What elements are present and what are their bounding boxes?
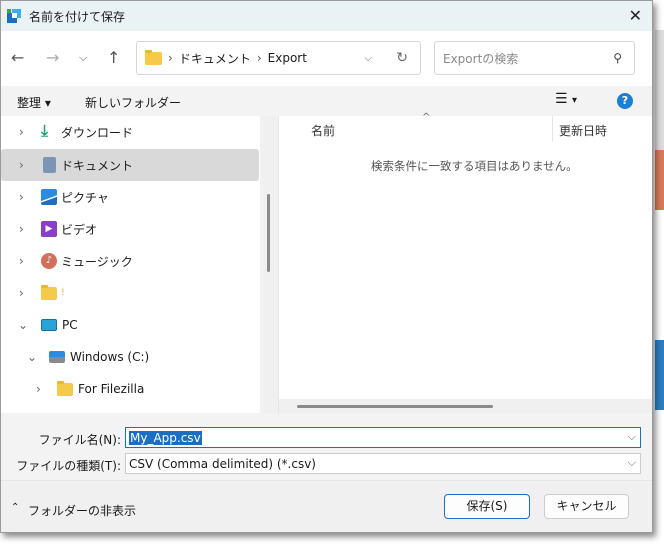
horizontal-scrollbar[interactable] [279,399,652,413]
address-row: ← → ⌵ ↑ › ドキュメント › Export ⌵ ↻ Exportの検索 … [1,31,652,86]
new-folder-button[interactable]: 新しいフォルダー [85,94,181,111]
nav-label: ミュージック [61,254,133,269]
save-as-dialog: 名前を付けて保存 ✕ ← → ⌵ ↑ › ドキュメント › Export ⌵ ↻… [0,0,653,533]
chevron-down-icon[interactable]: ⌵ [628,456,636,470]
download-icon: ⤓ [41,121,49,140]
folder-icon [145,49,162,65]
save-button[interactable]: 保存(S) [444,494,530,519]
refresh-icon[interactable]: ↻ [396,50,408,66]
breadcrumb-documents[interactable]: ドキュメント [179,50,251,67]
view-icon[interactable]: ☰ ▾ [555,91,577,107]
folder-icon [57,381,73,396]
filename-input[interactable]: My_App.csv ⌵ [125,427,641,448]
forward-icon[interactable]: → [46,48,59,67]
toolbar: 整理 ▾ 新しいフォルダー ☰ ▾ ? [1,86,652,116]
app-icon [7,9,21,23]
filename-label: ファイル名(N): [38,433,121,447]
folder-icon [41,285,57,300]
nav-label: ビデオ [61,222,98,237]
videos-icon: ▶ [41,221,57,237]
cancel-button[interactable]: キャンセル [544,494,629,519]
nav-label: ! [61,288,65,298]
nav-item-folder[interactable]: ›! [1,277,259,309]
search-placeholder: Exportの検索 [443,51,519,66]
column-header-name[interactable]: 名前 [311,122,335,139]
filetype-label: ファイルの種類(T): [16,459,121,473]
help-icon[interactable]: ? [617,93,633,109]
nav-scrollbar[interactable] [260,116,278,413]
hide-folders-button[interactable]: フォルダーの非表示 [28,502,136,519]
nav-item-for-filezilla[interactable]: › For Filezilla [1,373,259,405]
filename-value: My_App.csv [129,430,202,445]
dialog-title: 名前を付けて保存 [29,9,126,24]
search-input[interactable]: Exportの検索 ⚲ [434,41,635,75]
address-dropdown-icon[interactable]: ⌵ [364,53,372,64]
empty-message: 検索条件に一致する項目はありません。 [371,159,578,173]
nav-label: Windows (C:) [70,350,150,364]
breadcrumb-export[interactable]: Export [268,51,307,65]
nav-label: For Filezilla [78,382,145,396]
nav-item-pc[interactable]: ⌄ PC [1,309,259,341]
nav-label: ドキュメント [61,158,134,173]
filetype-value: CSV (Comma delimited) (*.csv) [129,456,316,471]
nav-item-pictures[interactable]: › ピクチャ [1,181,259,213]
music-icon: ♪ [41,253,57,269]
back-icon[interactable]: ← [11,48,24,67]
file-list: ^ 名前 更新日時 検索条件に一致する項目はありません。 [278,112,652,413]
nav-item-videos[interactable]: › ▶ ビデオ [1,213,259,245]
recent-chevron-icon[interactable]: ⌵ [79,51,87,65]
nav-item-windows-c[interactable]: ⌄ Windows (C:) [1,341,259,373]
drive-icon [49,351,65,363]
sort-up-icon: ^ [422,112,431,123]
pc-icon [41,319,57,331]
pictures-icon [41,189,57,205]
nav-label: PC [62,318,78,332]
chevron-up-icon[interactable]: ⌃ [11,502,19,513]
navigation-pane: › ⤓ ダウンロード › ドキュメント › ピクチャ › ▶ ビデオ › ♪ ミュージック ›!… [1,116,260,413]
nav-item-downloads[interactable]: › ⤓ ダウンロード [1,116,259,148]
up-icon[interactable]: ↑ [107,48,120,67]
address-bar[interactable]: › ドキュメント › Export ⌵ ↻ [136,41,421,75]
column-header-date[interactable]: 更新日時 [559,122,607,139]
documents-icon [43,157,56,173]
search-icon: ⚲ [613,51,622,65]
close-icon[interactable]: ✕ [629,6,642,25]
chevron-down-icon[interactable]: ⌵ [628,430,636,444]
title-bar: 名前を付けて保存 ✕ [1,1,652,31]
nav-label: ピクチャ [61,190,109,205]
nav-item-music[interactable]: › ♪ ミュージック [1,245,259,277]
filetype-select[interactable]: CSV (Comma delimited) (*.csv) ⌵ [125,453,641,474]
organize-button[interactable]: 整理 ▾ [17,94,51,111]
organize-label: 整理 [17,96,42,110]
nav-item-documents[interactable]: › ドキュメント [1,149,259,181]
nav-label: ダウンロード [61,125,134,140]
